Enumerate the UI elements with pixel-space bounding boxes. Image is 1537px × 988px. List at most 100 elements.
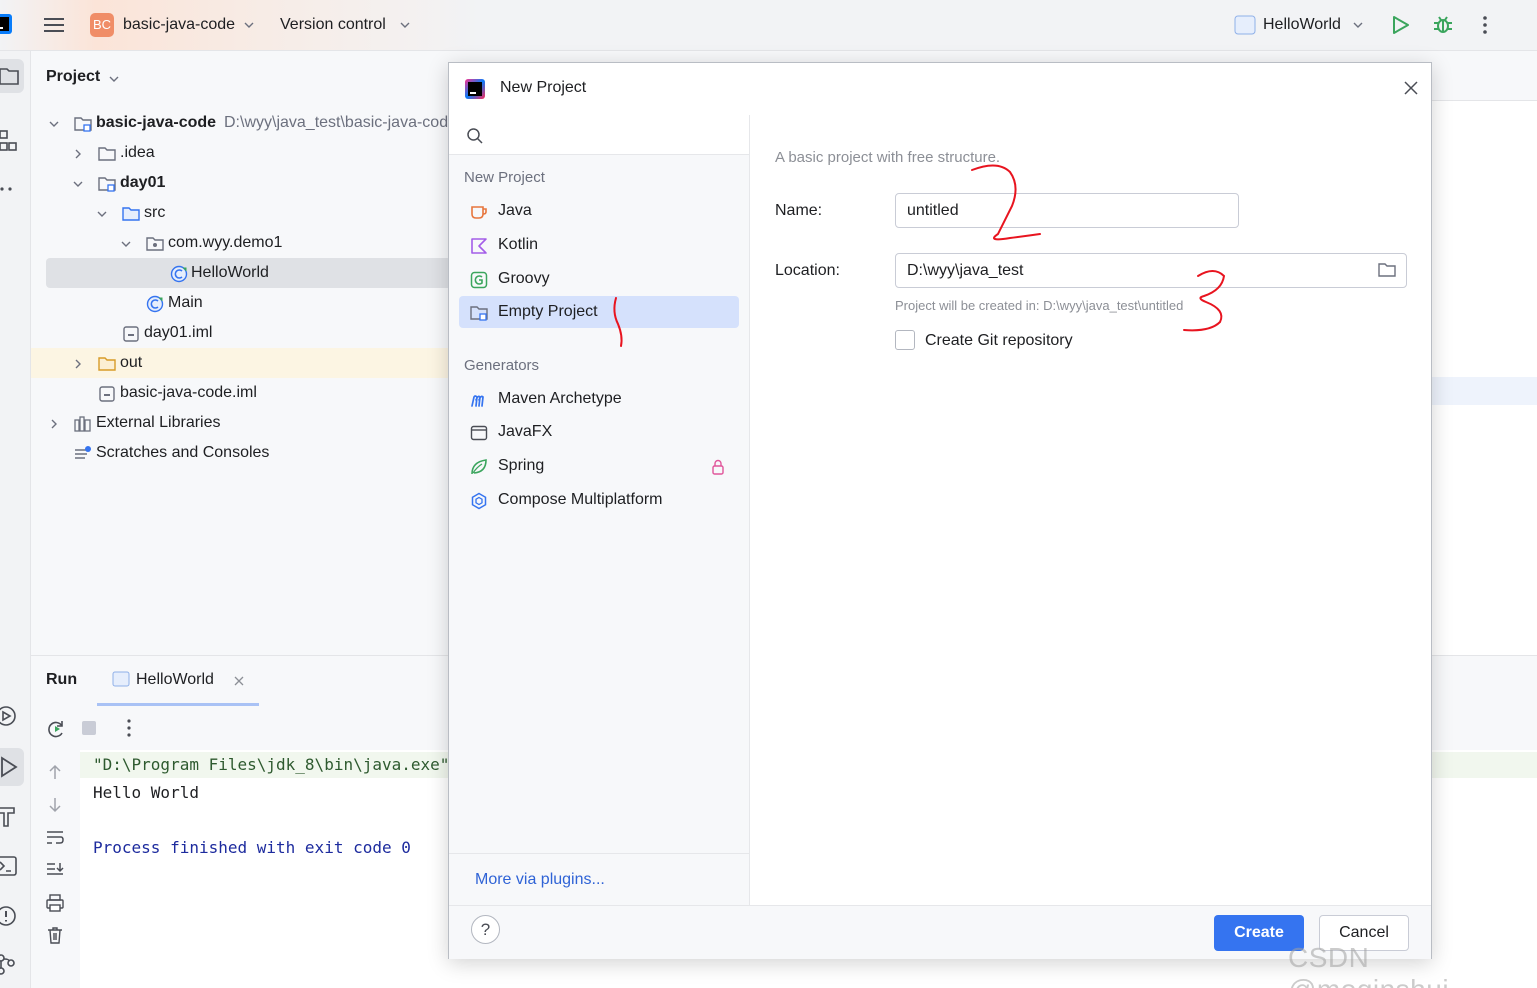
iml-file-icon bbox=[123, 326, 139, 342]
structure-icon[interactable] bbox=[0, 129, 18, 153]
tree-node-root[interactable]: basic-java-code D:\wyy\java_test\basic-j… bbox=[46, 108, 448, 138]
generator-compose-multiplatform[interactable]: Compose Multiplatform bbox=[459, 484, 739, 516]
java-class-icon bbox=[170, 265, 188, 283]
problems-icon[interactable] bbox=[0, 903, 20, 929]
terminal-icon[interactable] bbox=[0, 853, 20, 879]
more-options-icon[interactable] bbox=[1477, 14, 1493, 36]
run-icon[interactable] bbox=[1390, 14, 1412, 36]
spring-leaf-icon bbox=[471, 459, 487, 475]
scroll-up-icon[interactable] bbox=[46, 762, 64, 782]
groovy-icon bbox=[470, 271, 488, 289]
generator-label: JavaFX bbox=[498, 423, 553, 440]
scratches-icon bbox=[75, 446, 91, 459]
root-module-path: D:\wyy\java_test\basic-java-code bbox=[224, 114, 448, 131]
tree-label: day01 bbox=[120, 174, 166, 191]
git-icon[interactable] bbox=[0, 951, 20, 977]
project-badge[interactable]: BC bbox=[90, 13, 114, 37]
version-control-menu[interactable]: Version control bbox=[280, 16, 386, 34]
dialog-title: New Project bbox=[500, 79, 587, 96]
scroll-to-end-icon[interactable] bbox=[45, 860, 65, 880]
dialog-button-bar: ? Create Cancel bbox=[449, 905, 1431, 959]
project-type-label: Groovy bbox=[498, 270, 550, 287]
run-panel-title: Run bbox=[46, 671, 78, 688]
project-name[interactable]: basic-java-code bbox=[123, 16, 235, 34]
close-dialog-icon[interactable] bbox=[1403, 80, 1419, 96]
tree-label: Main bbox=[168, 294, 203, 311]
tree-label: External Libraries bbox=[96, 414, 221, 431]
create-git-label[interactable]: Create Git repository bbox=[925, 332, 1073, 350]
location-label: Location: bbox=[775, 262, 840, 279]
title-bar: BC basic-java-code Version control Hello… bbox=[0, 0, 1537, 51]
services-icon[interactable] bbox=[0, 703, 20, 729]
more-tools-icon[interactable] bbox=[0, 179, 18, 199]
project-type-search[interactable] bbox=[449, 115, 750, 155]
name-field[interactable]: untitled bbox=[895, 193, 1239, 228]
run-config-selector[interactable]: HelloWorld bbox=[1263, 16, 1341, 34]
chevron-right-icon[interactable] bbox=[72, 148, 84, 160]
generator-maven-archetype[interactable]: Maven Archetype bbox=[459, 383, 739, 415]
project-tool-button[interactable] bbox=[0, 59, 24, 93]
generator-label: Maven Archetype bbox=[498, 390, 622, 407]
location-field[interactable]: D:\wyy\java_test bbox=[895, 253, 1407, 288]
console-output-line: Hello World bbox=[93, 783, 199, 802]
run-tool-button[interactable] bbox=[0, 748, 24, 786]
active-tab-underline bbox=[97, 703, 259, 706]
close-tab-icon[interactable] bbox=[233, 675, 245, 687]
excluded-row-highlight bbox=[31, 348, 461, 378]
stop-icon[interactable] bbox=[80, 719, 98, 737]
project-pane-title[interactable]: Project bbox=[46, 68, 100, 86]
module-folder-icon bbox=[98, 177, 116, 192]
chevron-right-icon[interactable] bbox=[72, 358, 84, 370]
project-type-java[interactable]: Java bbox=[459, 195, 739, 227]
run-tab-config-icon bbox=[112, 671, 130, 687]
chevron-down-icon[interactable] bbox=[399, 19, 411, 31]
chevron-right-icon[interactable] bbox=[48, 418, 60, 430]
location-value: D:\wyy\java_test bbox=[907, 262, 1024, 279]
print-icon[interactable] bbox=[45, 893, 65, 913]
excluded-folder-icon bbox=[98, 357, 116, 371]
tree-label: basic-java-code.iml bbox=[120, 384, 257, 401]
chevron-down-icon[interactable] bbox=[72, 178, 84, 190]
project-type-empty-project[interactable]: Empty Project bbox=[459, 296, 739, 328]
library-icon bbox=[74, 416, 91, 432]
java-class-icon bbox=[146, 295, 164, 313]
divider bbox=[449, 853, 750, 854]
folder-icon bbox=[98, 147, 116, 161]
debug-bug-icon[interactable] bbox=[1431, 13, 1455, 37]
project-type-label: Kotlin bbox=[498, 236, 539, 253]
left-tool-stripe bbox=[0, 51, 31, 988]
create-git-checkbox[interactable] bbox=[895, 330, 915, 350]
browse-folder-icon[interactable] bbox=[1378, 262, 1396, 278]
project-type-kotlin[interactable]: Kotlin bbox=[459, 229, 739, 261]
intellij-logo-icon[interactable] bbox=[0, 14, 12, 34]
source-folder-icon bbox=[122, 207, 140, 221]
editor-caret-line bbox=[1423, 377, 1537, 405]
generator-spring[interactable]: Spring bbox=[459, 450, 739, 482]
tree-label: HelloWorld bbox=[191, 264, 269, 281]
trash-icon[interactable] bbox=[45, 925, 65, 945]
main-menu-icon[interactable] bbox=[43, 14, 65, 36]
tree-label: src bbox=[144, 204, 166, 221]
javafx-window-icon bbox=[470, 425, 488, 441]
watermark: CSDN @moqinshui bbox=[1288, 942, 1449, 988]
build-hammer-icon[interactable] bbox=[0, 803, 20, 829]
section-new-project: New Project bbox=[464, 169, 545, 186]
rerun-icon[interactable] bbox=[45, 718, 67, 740]
generator-javafx[interactable]: JavaFX bbox=[459, 416, 739, 448]
java-cup-icon bbox=[471, 206, 487, 219]
chevron-down-icon[interactable] bbox=[48, 118, 60, 130]
run-more-icon[interactable] bbox=[121, 718, 137, 738]
chevron-down-icon[interactable] bbox=[1352, 19, 1364, 31]
soft-wrap-icon[interactable] bbox=[45, 828, 65, 848]
scroll-down-icon[interactable] bbox=[46, 795, 64, 815]
chevron-down-icon[interactable] bbox=[243, 19, 255, 31]
help-button[interactable]: ? bbox=[471, 915, 500, 944]
run-tab-helloworld[interactable]: HelloWorld bbox=[136, 671, 214, 689]
tree-label: Scratches and Consoles bbox=[96, 444, 270, 461]
project-type-groovy[interactable]: Groovy bbox=[459, 263, 739, 295]
more-via-plugins-link[interactable]: More via plugins... bbox=[475, 871, 605, 889]
chevron-down-icon[interactable] bbox=[96, 208, 108, 220]
project-type-label: Empty Project bbox=[498, 303, 598, 320]
chevron-down-icon[interactable] bbox=[108, 73, 120, 85]
chevron-down-icon[interactable] bbox=[120, 238, 132, 250]
